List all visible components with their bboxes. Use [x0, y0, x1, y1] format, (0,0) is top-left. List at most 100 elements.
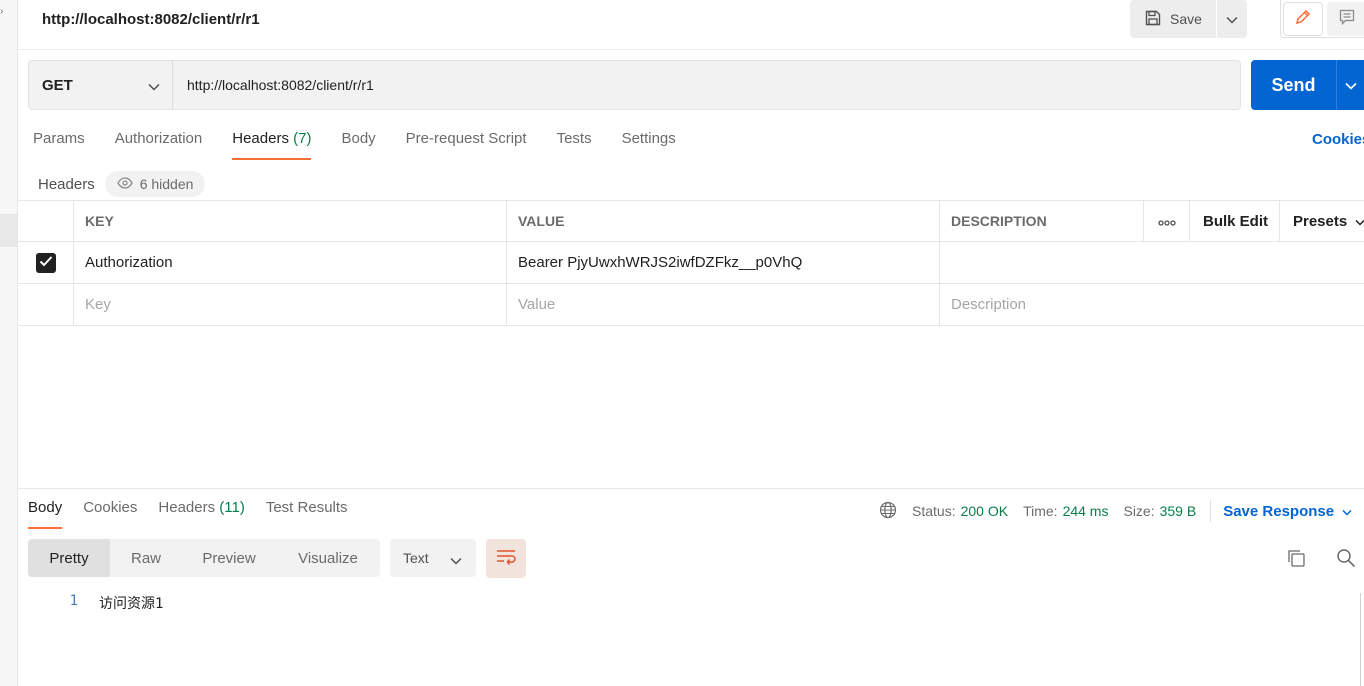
size-value: 359 B — [1159, 503, 1197, 519]
save-label: Save — [1170, 11, 1202, 27]
edit-mode-button[interactable] — [1283, 1, 1323, 36]
copy-button[interactable] — [1284, 547, 1308, 571]
response-view-modes: Pretty Raw Preview Visualize — [28, 539, 380, 577]
presets-label: Presets — [1293, 212, 1348, 230]
chevron-down-icon — [148, 78, 160, 95]
request-tabs: Params Authorization Headers (7) Body Pr… — [33, 130, 706, 160]
comments-button[interactable] — [1327, 1, 1364, 36]
tab-authorization[interactable]: Authorization — [115, 130, 203, 160]
checkmark-icon — [39, 254, 53, 271]
method-select[interactable]: GET — [28, 60, 173, 110]
format-select[interactable]: Text — [390, 539, 476, 577]
view-raw-button[interactable]: Raw — [110, 539, 182, 577]
table-header-row: KEY VALUE DESCRIPTION Bulk Edit Presets — [18, 200, 1364, 242]
chevron-down-icon — [1355, 213, 1364, 230]
chevron-down-icon — [450, 552, 462, 568]
size-label: Size: — [1123, 503, 1155, 519]
header-description-cell[interactable] — [939, 242, 1364, 283]
save-response-label: Save Response — [1223, 502, 1335, 520]
presets-dropdown[interactable]: Presets — [1279, 201, 1364, 241]
comment-icon — [1338, 8, 1356, 29]
more-dots-icon — [1158, 213, 1176, 229]
status-value: 200 OK — [960, 503, 1009, 519]
tab-tests[interactable]: Tests — [557, 130, 592, 160]
row-checkbox-cell — [18, 284, 74, 325]
format-label: Text — [403, 550, 429, 566]
collapse-caret-icon[interactable]: › — [0, 6, 3, 17]
cookies-link[interactable]: Cookies — [1312, 131, 1364, 148]
sidebar-selected-item[interactable] — [0, 214, 17, 247]
save-response-button[interactable]: Save Response — [1223, 503, 1352, 520]
mode-toggle-group — [1280, 0, 1364, 38]
hidden-headers-toggle[interactable]: 6 hidden — [104, 171, 206, 197]
view-preview-button[interactable]: Preview — [182, 539, 276, 577]
tab-headers[interactable]: Headers (7) — [232, 130, 312, 160]
tab-params[interactable]: Params — [33, 130, 85, 160]
send-options-button[interactable] — [1336, 60, 1364, 110]
response-divider[interactable] — [18, 488, 1364, 489]
response-headers-count: (11) — [219, 499, 245, 516]
save-group: Save — [1130, 0, 1247, 38]
send-button[interactable]: Send — [1251, 60, 1336, 110]
new-value-input[interactable]: Value — [506, 284, 940, 325]
time-label: Time: — [1023, 503, 1058, 519]
tab-body[interactable]: Body — [341, 130, 375, 160]
column-header-key: KEY — [73, 201, 507, 241]
header-key-cell[interactable]: Authorization — [73, 242, 507, 283]
globe-icon[interactable] — [879, 501, 897, 522]
line-number: 1 — [69, 593, 78, 609]
save-button[interactable]: Save — [1130, 0, 1216, 38]
response-body-text[interactable]: 访问资源1 — [99, 593, 163, 613]
sidebar-strip: › — [0, 0, 18, 686]
edit-pencil-icon — [1294, 8, 1312, 29]
chevron-down-icon — [1342, 503, 1352, 520]
response-tab-headers[interactable]: Headers (11) — [158, 499, 244, 529]
tab-headers-count: (7) — [293, 130, 312, 147]
tab-settings[interactable]: Settings — [622, 130, 676, 160]
check-column-header — [18, 201, 74, 241]
table-row: Authorization Bearer PjyUwxhWRJS2iwfDZFk… — [18, 242, 1364, 284]
copy-icon — [1286, 548, 1306, 571]
time-value: 244 ms — [1062, 503, 1109, 519]
headers-label: Headers — [38, 175, 95, 193]
response-scrollbar[interactable] — [1360, 593, 1364, 686]
response-tabs: Body Cookies Headers (11) Test Results — [28, 499, 369, 529]
response-headers-label: Headers — [158, 499, 216, 516]
time-readout[interactable]: Time: 244 ms — [1023, 503, 1108, 519]
method-label: GET — [42, 76, 73, 94]
header-value-cell[interactable]: Bearer PjyUwxhWRJS2iwfDZFkz__p0VhQ — [506, 242, 940, 283]
column-header-description: DESCRIPTION — [939, 201, 1144, 241]
response-tab-cookies[interactable]: Cookies — [83, 499, 137, 529]
search-button[interactable] — [1334, 547, 1358, 571]
wrap-lines-icon — [496, 549, 516, 568]
row-checkbox-cell — [18, 242, 74, 283]
bulk-edit-button[interactable]: Bulk Edit — [1189, 201, 1280, 241]
tab-pre-request-script[interactable]: Pre-request Script — [406, 130, 527, 160]
headers-subheader: Headers 6 hidden — [38, 171, 206, 197]
row-enabled-checkbox[interactable] — [36, 252, 56, 273]
chevron-down-icon — [1344, 77, 1357, 93]
response-tab-body[interactable]: Body — [28, 499, 63, 529]
request-header-bar: http://localhost:8082/client/r/r1 Save — [18, 0, 1364, 50]
eye-icon — [116, 176, 133, 192]
request-name[interactable]: http://localhost:8082/client/r/r1 — [42, 11, 260, 28]
url-input[interactable] — [172, 60, 1241, 110]
view-visualize-button[interactable]: Visualize — [276, 539, 380, 577]
table-row-new: Key Value Description — [18, 284, 1364, 326]
new-key-input[interactable]: Key — [73, 284, 507, 325]
status-readout[interactable]: Status: 200 OK — [912, 503, 1008, 519]
chevron-down-icon — [1226, 11, 1238, 27]
response-meta: Status: 200 OK Time: 244 ms Size: 359 B … — [879, 500, 1352, 522]
meta-divider — [1210, 500, 1212, 522]
view-pretty-button[interactable]: Pretty — [28, 539, 110, 577]
response-tab-test-results[interactable]: Test Results — [266, 499, 348, 529]
save-options-button[interactable] — [1217, 0, 1247, 38]
more-options-button[interactable] — [1143, 201, 1190, 241]
wrap-lines-button[interactable] — [486, 539, 526, 578]
tab-headers-label: Headers — [232, 130, 289, 147]
headers-table: KEY VALUE DESCRIPTION Bulk Edit Presets … — [18, 200, 1364, 326]
column-header-value: VALUE — [506, 201, 940, 241]
new-description-input[interactable]: Description — [939, 284, 1364, 325]
status-label: Status: — [912, 503, 956, 519]
size-readout[interactable]: Size: 359 B — [1123, 503, 1196, 519]
